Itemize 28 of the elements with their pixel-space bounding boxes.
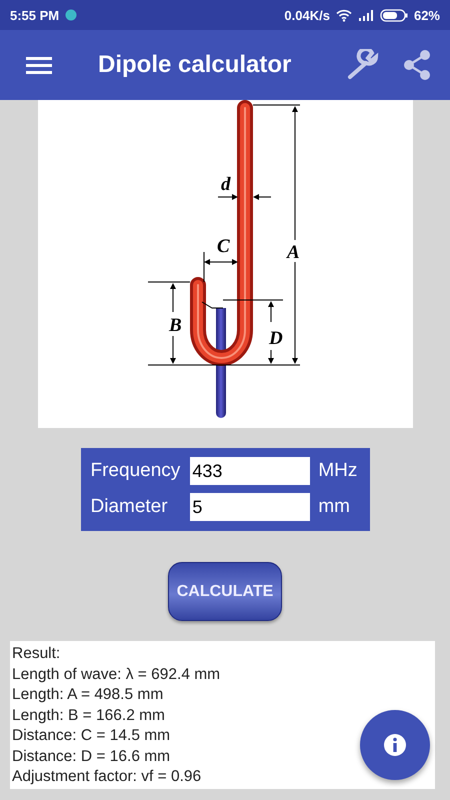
field-label: Frequency (90, 460, 182, 482)
info-icon (383, 733, 407, 757)
result-heading: Result: (12, 644, 60, 664)
signal-icon (358, 9, 374, 21)
unit-label: mm (318, 496, 352, 518)
wifi-icon (336, 8, 352, 22)
result-line: Distance: D = 16.6 mm (12, 746, 170, 766)
result-line: Adjustment factor: vf = 0.96 (12, 767, 202, 787)
input-field[interactable]: 433 (190, 457, 310, 485)
dimension-label: C (216, 236, 230, 257)
result-line: Length: B = 166.2 mm (12, 706, 165, 726)
battery-percent: 62% (414, 8, 440, 22)
calculate-button[interactable]: CALCULATE (168, 562, 282, 621)
notification-dot-icon (65, 9, 78, 21)
result-line: Length of wave: λ = 692.4 mm (12, 664, 220, 684)
dimension-label: A (286, 242, 300, 263)
unit-label: MHz (318, 460, 358, 482)
battery-icon (380, 8, 408, 22)
result-line: Length: A = 498.5 mm (12, 685, 164, 705)
status-time: 5:55 PM (10, 8, 60, 22)
app-title: Dipole calculator (98, 51, 292, 79)
result-line: Distance: C = 14.5 mm (12, 726, 170, 746)
network-speed: 0.04K/s (284, 8, 330, 22)
dimension-label: B (168, 315, 182, 336)
input-field[interactable]: 5 (190, 493, 310, 521)
dimension-label: D (268, 328, 282, 349)
dimension-label: d (220, 174, 230, 195)
field-label: Diameter (90, 496, 169, 518)
